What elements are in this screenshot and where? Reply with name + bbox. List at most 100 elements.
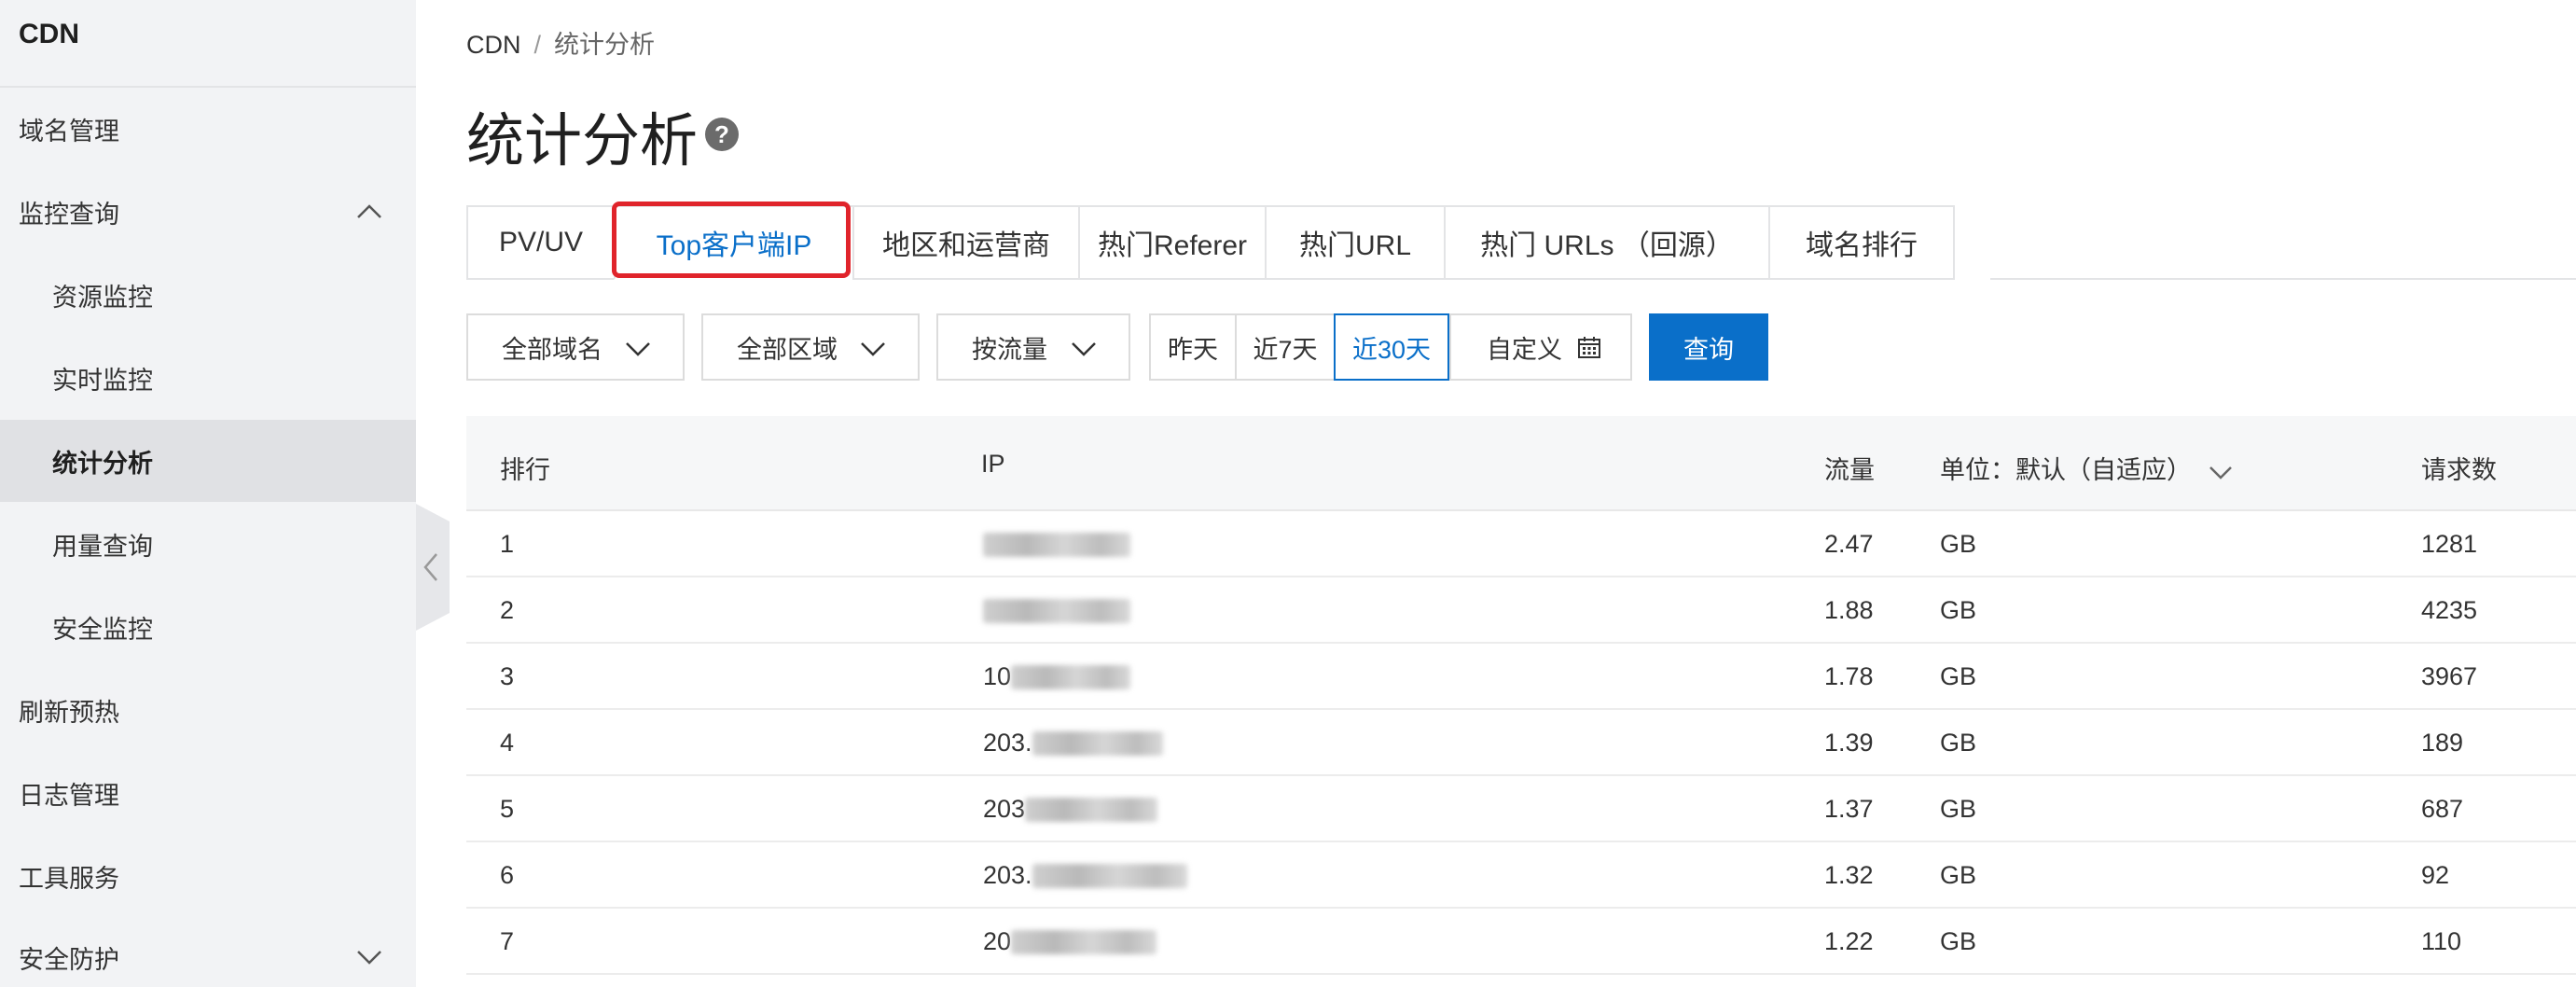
date-last-7-days-button[interactable]: 近7天 — [1235, 313, 1334, 381]
cell-rank: 7 — [500, 927, 515, 955]
cell-unit: GB — [1940, 795, 1977, 823]
tab-top-client-ip[interactable]: Top客户端IP — [614, 205, 852, 280]
sidebar-item-realtime-monitoring[interactable]: 实时监控 — [0, 337, 416, 419]
calendar-icon — [1578, 337, 1600, 358]
ip-visible-text: 203. — [983, 861, 1032, 889]
chevron-down-icon — [861, 342, 885, 356]
sidebar-item-label: 刷新预热 — [19, 698, 119, 727]
cell-traffic: 1.78 — [1824, 662, 1874, 690]
ip-redaction — [1011, 664, 1131, 689]
date-custom-label: 自定义 — [1487, 335, 1562, 364]
cell-unit: GB — [1940, 530, 1977, 558]
ip-visible-text: 10 — [983, 662, 1012, 690]
tab-bar-underline — [1990, 278, 2576, 280]
cell-unit: GB — [1940, 596, 1977, 624]
sidebar-item-label: 实时监控 — [52, 366, 153, 395]
query-button[interactable]: 查询 — [1649, 313, 1768, 381]
table-header: 排行 IP 流量 单位：默认（自适应） 请求数 — [466, 416, 2576, 511]
sidebar-item-label: 监控查询 — [19, 200, 119, 229]
cell-traffic: 1.32 — [1824, 861, 1874, 889]
sidebar-item-label: 域名管理 — [19, 117, 119, 146]
ip-redaction — [1032, 863, 1187, 888]
ip-visible-text: 203. — [983, 729, 1032, 757]
sidebar-item-usage-query[interactable]: 用量查询 — [0, 503, 416, 585]
chevron-down-icon — [1072, 342, 1096, 356]
sidebar: CDN 域名管理 监控查询 资源监控 实时监控 统计分析 用量查询 安全监控 刷… — [0, 0, 416, 987]
domain-select[interactable]: 全部域名 — [466, 313, 685, 381]
cell-traffic: 1.39 — [1824, 729, 1874, 757]
column-header-ip: IP — [981, 450, 1005, 478]
ip-redaction — [1025, 797, 1158, 822]
cell-requests: 92 — [2421, 861, 2450, 889]
breadcrumb: CDN / 统计分析 — [466, 24, 655, 61]
tab-hot-url[interactable]: 热门URL — [1265, 205, 1444, 280]
help-icon[interactable]: ? — [705, 118, 739, 151]
tab-domain-ranking[interactable]: 域名排行 — [1768, 205, 1955, 280]
domain-select-value: 全部域名 — [502, 335, 602, 364]
cell-traffic: 1.88 — [1824, 596, 1874, 624]
breadcrumb-root[interactable]: CDN — [466, 31, 521, 59]
cell-rank: 3 — [500, 662, 515, 690]
sidebar-item-domain-management[interactable]: 域名管理 — [0, 88, 416, 170]
page-title: 统计分析 — [466, 109, 699, 174]
sidebar-item-monitoring[interactable]: 监控查询 — [0, 171, 416, 253]
cell-requests: 687 — [2421, 795, 2464, 823]
tab-bar: PV/UV Top客户端IP 地区和运营商 热门Referer 热门URL 热门… — [466, 205, 1955, 280]
tab-pv-uv[interactable]: PV/UV — [466, 205, 614, 280]
sidebar-collapse-handle[interactable] — [416, 504, 450, 631]
table-row: 7 20 1.22 GB 110 — [466, 909, 2576, 975]
cell-ip — [983, 526, 1130, 562]
chevron-up-icon — [357, 204, 381, 218]
sidebar-item-resource-monitoring[interactable]: 资源监控 — [0, 254, 416, 336]
ip-redaction — [1032, 730, 1163, 756]
tab-hot-referer[interactable]: 热门Referer — [1078, 205, 1265, 280]
cell-rank: 6 — [500, 861, 515, 889]
cell-rank: 5 — [500, 795, 515, 823]
region-select-value: 全部区域 — [737, 335, 838, 364]
column-header-rank: 排行 — [500, 456, 550, 484]
ip-visible-text: 20 — [983, 927, 1012, 955]
sidebar-item-refresh-prefetch[interactable]: 刷新预热 — [0, 669, 416, 751]
metric-select[interactable]: 按流量 — [936, 313, 1130, 381]
cell-traffic: 1.22 — [1824, 927, 1874, 955]
column-header-requests: 请求数 — [2421, 456, 2497, 484]
table-row: 2 1.88 GB 4235 — [466, 577, 2576, 644]
tab-hot-urls-origin[interactable]: 热门 URLs （回源） — [1444, 205, 1768, 280]
unit-select[interactable]: 单位：默认（自适应） — [1940, 450, 2233, 486]
sidebar-item-log-management[interactable]: 日志管理 — [0, 752, 416, 834]
chevron-down-icon — [357, 951, 381, 965]
date-yesterday-button[interactable]: 昨天 — [1149, 313, 1235, 381]
cell-traffic: 2.47 — [1824, 530, 1874, 558]
cell-ip: 203. — [983, 857, 1187, 893]
tab-region-isp[interactable]: 地区和运营商 — [852, 205, 1078, 280]
cell-rank: 1 — [500, 530, 515, 558]
ip-visible-text: 203 — [983, 795, 1026, 823]
sidebar-item-statistics[interactable]: 统计分析 — [0, 420, 416, 502]
column-header-traffic: 流量 — [1824, 456, 1875, 484]
region-select[interactable]: 全部区域 — [701, 313, 920, 381]
cell-ip — [983, 592, 1130, 628]
unit-select-value: 单位：默认（自适应） — [1940, 456, 2192, 484]
cell-requests: 110 — [2421, 927, 2462, 955]
chevron-down-icon — [626, 342, 650, 356]
table-row: 5 203 1.37 GB 687 — [466, 776, 2576, 842]
table-row: 6 203. 1.32 GB 92 — [466, 842, 2576, 909]
cell-requests: 1281 — [2421, 530, 2478, 558]
sidebar-item-tool-service[interactable]: 工具服务 — [0, 835, 416, 917]
sidebar-item-security-monitoring[interactable]: 安全监控 — [0, 586, 416, 668]
sidebar-item-label: 统计分析 — [52, 449, 153, 478]
breadcrumb-separator: / — [533, 31, 542, 59]
date-custom-button[interactable]: 自定义 — [1449, 313, 1632, 381]
sidebar-item-label: 安全监控 — [52, 615, 153, 644]
ip-redaction — [983, 598, 1130, 623]
cell-unit: GB — [1940, 662, 1977, 690]
sidebar-item-security-protection[interactable]: 安全防护 — [0, 916, 416, 987]
cell-requests: 4235 — [2421, 596, 2478, 624]
cell-ip: 10 — [983, 659, 1131, 694]
table-row: 1 2.47 GB 1281 — [466, 511, 2576, 577]
cell-requests: 189 — [2421, 729, 2464, 757]
sidebar-item-label: 安全防护 — [19, 945, 119, 974]
chevron-left-icon — [423, 553, 437, 581]
chevron-down-icon — [2209, 466, 2232, 480]
date-last-30-days-button[interactable]: 近30天 — [1334, 313, 1449, 381]
